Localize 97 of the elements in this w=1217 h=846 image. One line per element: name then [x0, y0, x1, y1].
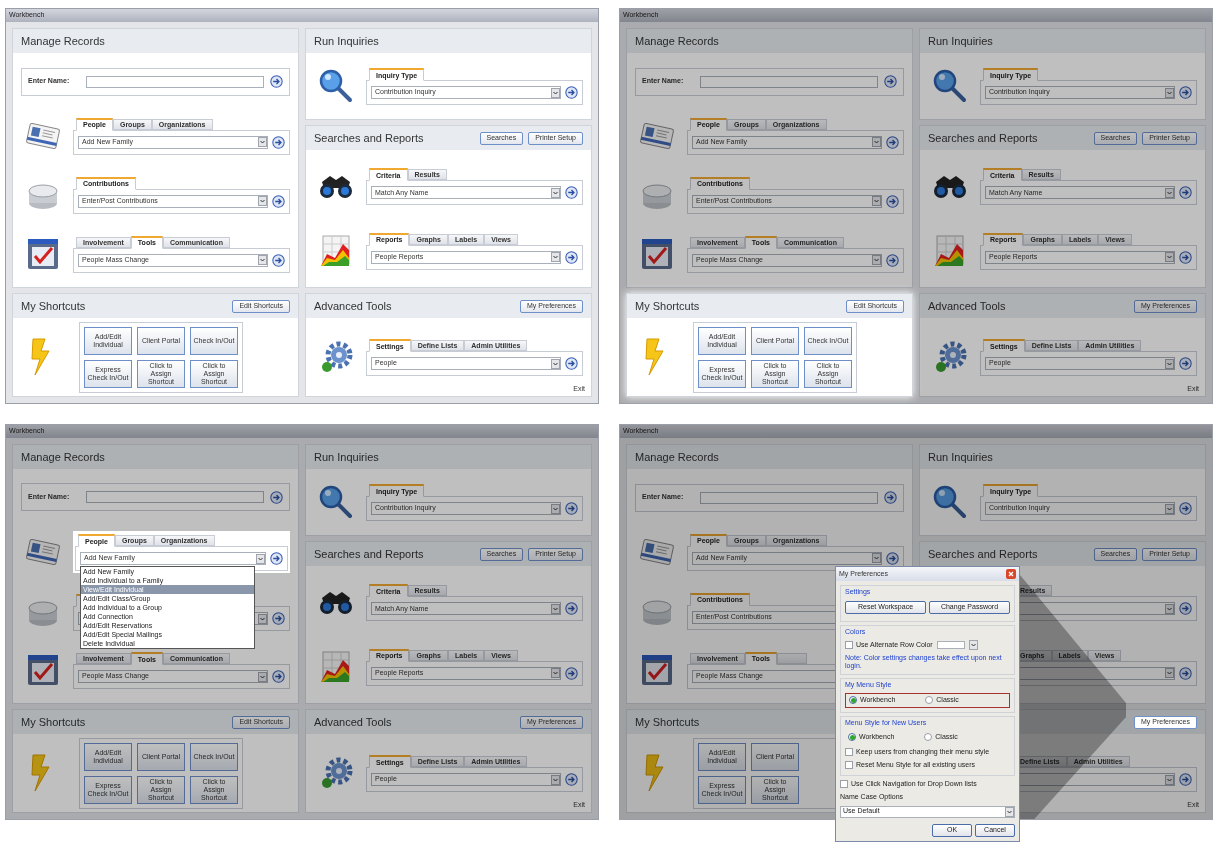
section-title: Searches and Reports [314, 546, 424, 562]
caret-icon[interactable] [551, 668, 560, 679]
name-input-field[interactable] [86, 75, 264, 88]
go-arrow-icon[interactable] [886, 253, 899, 267]
caret-icon[interactable] [1165, 503, 1174, 514]
checkbox-tick-icon [27, 237, 59, 270]
go-arrow-icon[interactable] [565, 86, 578, 99]
checkbox-tick-icon [27, 654, 59, 686]
caret-icon[interactable] [1165, 252, 1174, 263]
go-arrow-icon[interactable] [270, 552, 283, 565]
section-title: Run Inquiries [314, 449, 379, 465]
go-arrow-icon[interactable] [272, 670, 285, 683]
caret-icon[interactable] [1005, 806, 1014, 817]
section-title: Run Inquiries [928, 449, 993, 465]
caret-icon[interactable] [258, 671, 267, 682]
magnifier-icon [318, 68, 354, 104]
go-arrow-icon[interactable] [884, 491, 897, 504]
caret-icon[interactable] [968, 640, 978, 651]
go-arrow-icon[interactable] [886, 194, 899, 208]
section-title: Searches and Reports [928, 546, 1038, 562]
section-title: Advanced Tools [314, 714, 392, 730]
magnifier-icon [932, 484, 968, 520]
checkbox-tick-icon [641, 237, 673, 270]
section-title: Manage Records [635, 33, 719, 49]
go-arrow-icon[interactable] [1179, 357, 1192, 370]
caret-icon[interactable] [872, 137, 881, 147]
section-title: Manage Records [21, 449, 105, 465]
go-arrow-icon[interactable] [565, 357, 578, 370]
caret-icon[interactable] [258, 137, 267, 147]
caret-icon[interactable] [551, 358, 560, 369]
caret-icon[interactable] [551, 252, 560, 263]
section-title: Searches and Reports [314, 130, 424, 146]
go-arrow-icon[interactable] [884, 75, 897, 88]
area-chart-icon [933, 233, 967, 268]
gear-icon [933, 340, 967, 374]
gear-icon [319, 756, 353, 790]
magnifier-icon [932, 68, 968, 104]
radio-button[interactable] [848, 733, 856, 742]
caret-icon[interactable] [551, 603, 560, 614]
name-input-field[interactable] [700, 75, 878, 88]
checkbox[interactable] [840, 779, 848, 788]
section-title: Advanced Tools [928, 298, 1006, 314]
checkbox[interactable] [845, 747, 853, 756]
go-arrow-icon[interactable] [270, 75, 283, 88]
caret-icon[interactable] [1165, 87, 1174, 98]
magnifier-icon [318, 484, 354, 520]
caret-icon[interactable] [551, 774, 560, 785]
go-arrow-icon[interactable] [1179, 86, 1192, 99]
checkbox[interactable] [845, 641, 853, 650]
section-title: Run Inquiries [928, 33, 993, 49]
radio-button[interactable] [925, 696, 934, 705]
close-icon[interactable] [1006, 569, 1016, 579]
area-chart-icon [319, 649, 353, 684]
go-arrow-icon[interactable] [1179, 773, 1192, 786]
go-arrow-icon[interactable] [272, 194, 285, 208]
caret-icon[interactable] [1165, 358, 1174, 369]
section-title: Manage Records [635, 449, 719, 465]
caret-icon[interactable] [1165, 603, 1174, 614]
area-chart-icon [319, 233, 353, 268]
go-arrow-icon[interactable] [886, 135, 899, 149]
section-title: My Shortcuts [21, 298, 86, 314]
go-arrow-icon[interactable] [272, 612, 285, 625]
color-picker-field[interactable] [936, 641, 965, 650]
caret-icon[interactable] [258, 255, 267, 265]
section-title: My Shortcuts [635, 298, 700, 314]
section-title: Manage Records [21, 33, 105, 49]
checkbox-tick-icon [641, 653, 673, 686]
section-title: Advanced Tools [314, 298, 392, 314]
caret-icon[interactable] [258, 613, 267, 624]
caret-icon[interactable] [258, 196, 267, 206]
caret-icon[interactable] [872, 553, 881, 563]
checkbox[interactable] [845, 761, 853, 770]
caret-icon[interactable] [872, 196, 881, 206]
go-arrow-icon[interactable] [565, 773, 578, 786]
go-arrow-icon[interactable] [1179, 502, 1192, 515]
gear-icon [319, 340, 353, 374]
section-title: My Shortcuts [635, 714, 700, 730]
caret-icon[interactable] [256, 553, 265, 564]
caret-icon[interactable] [1165, 187, 1174, 198]
section-title: Run Inquiries [314, 33, 379, 49]
go-arrow-icon[interactable] [886, 551, 899, 565]
go-arrow-icon[interactable] [565, 502, 578, 515]
go-arrow-icon[interactable] [272, 253, 285, 267]
caret-icon[interactable] [551, 87, 560, 98]
caret-icon[interactable] [1165, 668, 1174, 679]
section-title: My Shortcuts [21, 714, 86, 730]
radio-button[interactable] [849, 696, 857, 705]
name-input-field[interactable] [700, 491, 878, 504]
caret-icon[interactable] [1165, 774, 1174, 785]
caret-icon[interactable] [551, 187, 560, 198]
radio-button[interactable] [924, 733, 933, 742]
caret-icon[interactable] [551, 503, 560, 514]
section-title: Searches and Reports [928, 130, 1038, 146]
go-arrow-icon[interactable] [272, 135, 285, 149]
caret-icon[interactable] [872, 255, 881, 265]
name-input-field[interactable] [86, 491, 264, 503]
go-arrow-icon[interactable] [270, 490, 283, 504]
